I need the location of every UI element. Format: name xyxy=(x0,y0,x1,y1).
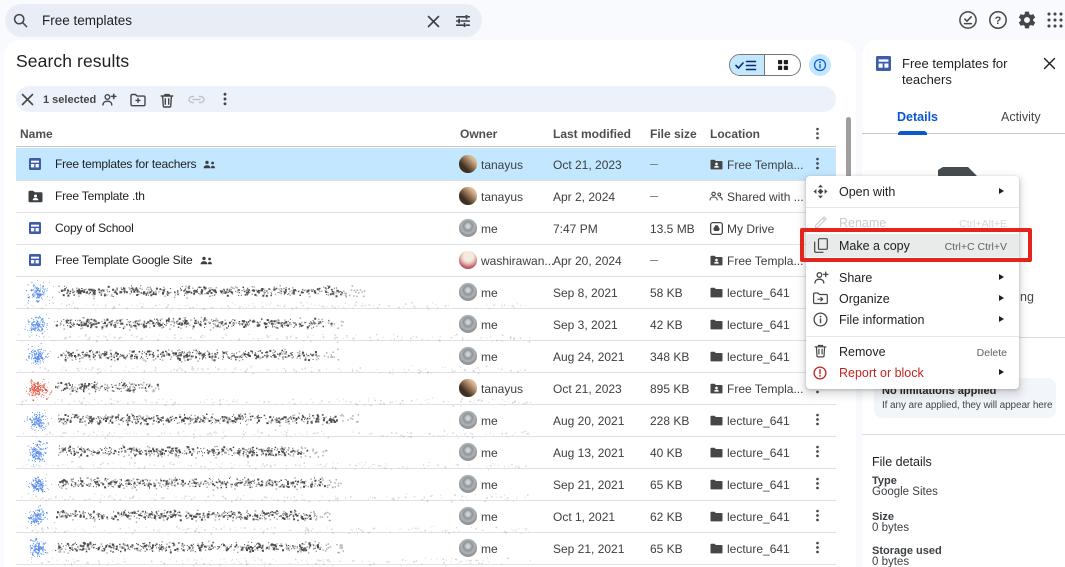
svg-text:?: ? xyxy=(995,15,1002,27)
